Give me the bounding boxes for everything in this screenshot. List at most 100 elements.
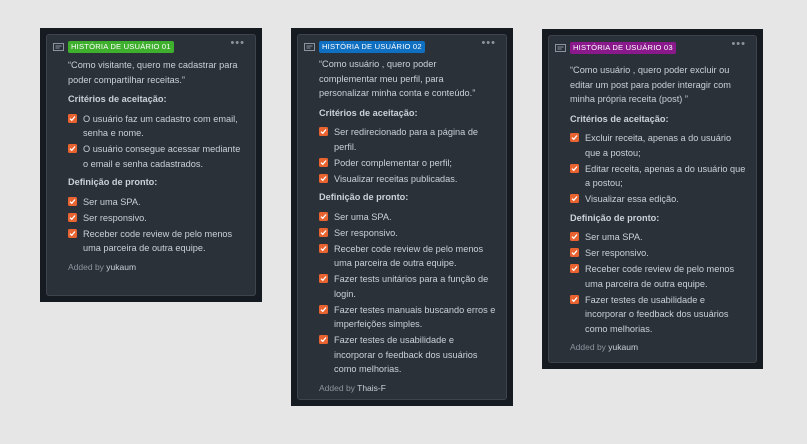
checkbox-checked-icon[interactable] [68,144,77,153]
checklist-item-text: Ser responsivo. [83,212,147,223]
label-badge[interactable]: HISTÓRIA DE USUÁRIO 02 [319,41,425,53]
checklist-item-text: Fazer tests unitários para a função de l… [334,274,489,299]
checklist-item: Fazer testes manuais buscando erros e im… [319,303,496,332]
user-story-quote: “Como usuário , quero poder excluir ou e… [570,65,731,104]
checklist-item-text: Poder complementar o perfil; [334,157,452,168]
definition-of-done-heading: Definição de pronto: [319,192,409,202]
checklist-item: Ser redirecionado para a página de perfi… [319,125,496,154]
checklist-item-text: Receber code review de pelo menos uma pa… [83,228,233,254]
acceptance-list: O usuário faz um cadastro com email, sen… [68,112,245,172]
done-list: Ser uma SPA. Ser responsivo. Receber code … [570,230,746,336]
card-header: HISTÓRIA DE USUÁRIO 02 ••• [304,37,500,54]
checklist-item: Fazer testes de usabilidade e incorporar… [570,293,746,337]
checklist-item-text: Ser responsivo. [585,248,649,258]
checkbox-checked-icon[interactable] [319,227,328,237]
checkbox-checked-icon[interactable] [319,304,328,314]
checkbox-checked-icon[interactable] [68,228,77,238]
more-options-icon[interactable]: ••• [481,37,496,49]
checkbox-checked-icon[interactable] [319,243,328,253]
card-panel-2: HISTÓRIA DE USUÁRIO 02 ••• “Como usuário… [291,28,513,406]
checklist-item-text: Fazer testes de usabilidade e incorporar… [334,335,478,374]
checklist-item-text: Receber code review de pelo menos uma pa… [585,264,735,289]
checklist-item: Visualizar essa edição. [570,192,746,207]
checklist-item: Ser uma SPA. [68,195,245,210]
checklist-item: Ser responsivo. [570,246,746,261]
card-header: HISTÓRIA DE USUÁRIO 03 ••• [555,38,750,55]
checklist-item: Visualizar receitas publicadas. [319,172,496,187]
added-by-label: Added by [319,382,355,393]
card-panel-3: HISTÓRIA DE USUÁRIO 03 ••• “Como usuário… [542,29,763,369]
checkbox-checked-icon[interactable] [570,248,579,257]
checklist-item-text: Fazer testes de usabilidade e incorporar… [585,294,729,334]
checklist-item: O usuário faz um cadastro com email, sen… [68,112,245,141]
issue-card[interactable]: HISTÓRIA DE USUÁRIO 01 ••• “Como visitan… [46,34,256,296]
issue-card[interactable]: HISTÓRIA DE USUÁRIO 02 ••• “Como usuário… [297,34,507,400]
checklist-item: Fazer testes de usabilidade e incorporar… [319,333,496,377]
checklist-item: Excluir receita, apenas a do usuário que… [570,131,746,160]
checklist-item-text: Visualizar receitas publicadas. [334,173,458,184]
checkbox-checked-icon[interactable] [319,274,328,283]
user-story-quote: “Como usuário , quero poder complementar… [319,59,476,98]
checklist-item: Ser responsivo. [68,211,245,226]
added-by-label: Added by [68,261,104,272]
checkbox-checked-icon[interactable] [570,194,579,203]
checkbox-checked-icon[interactable] [319,173,328,183]
acceptance-criteria-heading: Critérios de aceitação: [319,107,418,118]
more-options-icon[interactable]: ••• [731,38,746,50]
checkbox-checked-icon[interactable] [570,133,579,142]
label-badge[interactable]: HISTÓRIA DE USUÁRIO 01 [68,41,174,53]
acceptance-list: Ser redirecionado para a página de perfi… [319,125,496,186]
checklist-item: Fazer tests unitários para a função de l… [319,272,496,301]
checklist-item-text: Ser uma SPA. [585,232,643,242]
checklist-item: Ser uma SPA. [319,210,496,225]
checklist-item-text: Editar receita, apenas a do usuário que … [585,163,746,189]
issue-card[interactable]: HISTÓRIA DE USUÁRIO 03 ••• “Como usuário… [548,35,757,363]
checkbox-checked-icon[interactable] [570,163,579,173]
added-by-label: Added by [570,342,606,352]
checklist-item-text: O usuário consegue acessar mediante o em… [83,144,241,169]
card-panel-1: HISTÓRIA DE USUÁRIO 01 ••• “Como visitan… [40,28,262,302]
card-header: HISTÓRIA DE USUÁRIO 01 ••• [53,37,249,54]
checkbox-checked-icon[interactable] [570,264,579,273]
added-by: Added by Thais-F [319,381,496,396]
checklist-item: Receber code review de pelo menos uma pa… [570,262,746,291]
added-by: Added by yukaum [68,260,245,275]
checklist-item: Poder complementar o perfil; [319,156,496,171]
checkbox-checked-icon[interactable] [68,196,77,206]
checklist-item-text: O usuário faz um cadastro com email, sen… [83,113,238,139]
added-by: Added by yukaum [570,340,746,355]
acceptance-criteria-heading: Critérios de aceitação: [68,94,167,104]
checklist-item: O usuário consegue acessar mediante o em… [68,142,245,171]
checkbox-checked-icon[interactable] [570,294,579,304]
label-badge[interactable]: HISTÓRIA DE USUÁRIO 03 [570,42,676,54]
checklist-item-text: Ser redirecionado para a página de perfi… [334,127,479,152]
checkbox-checked-icon[interactable] [68,113,77,123]
done-list: Ser uma SPA. Ser responsivo. Receber code … [319,210,496,377]
checklist-item: Editar receita, apenas a do usuário que … [570,162,746,191]
card-body: “Como visitante, quero me cadastrar para… [68,58,245,274]
checkbox-checked-icon[interactable] [319,157,328,167]
card-body: “Como usuário , quero poder excluir ou e… [570,63,746,355]
checkbox-checked-icon[interactable] [570,232,579,241]
checklist-item-text: Visualizar essa edição. [585,194,679,204]
checklist-item: Ser responsivo. [319,226,496,241]
definition-of-done-heading: Definição de pronto: [68,177,158,187]
author-link[interactable]: yukaum [608,342,638,352]
definition-of-done-heading: Definição de pronto: [570,212,660,223]
checklist-item-text: Fazer testes manuais buscando erros e im… [334,304,496,330]
acceptance-list: Excluir receita, apenas a do usuário que… [570,131,746,207]
note-icon [304,43,315,51]
checkbox-checked-icon[interactable] [319,127,328,136]
note-icon [555,44,566,52]
author-link[interactable]: Thais-F [357,383,386,393]
checkbox-checked-icon[interactable] [319,211,328,221]
author-link[interactable]: yukaum [106,262,136,272]
note-icon [53,43,64,51]
checkbox-checked-icon[interactable] [68,212,77,222]
checklist-item-text: Excluir receita, apenas a do usuário que… [585,133,732,158]
user-story-quote: “Como visitante, quero me cadastrar para… [68,60,238,85]
checklist-item-text: Receber code review de pelo menos uma pa… [334,243,484,269]
checkbox-checked-icon[interactable] [319,335,328,344]
checklist-item: Receber code review de pelo menos uma pa… [68,227,245,256]
more-options-icon[interactable]: ••• [230,37,245,49]
